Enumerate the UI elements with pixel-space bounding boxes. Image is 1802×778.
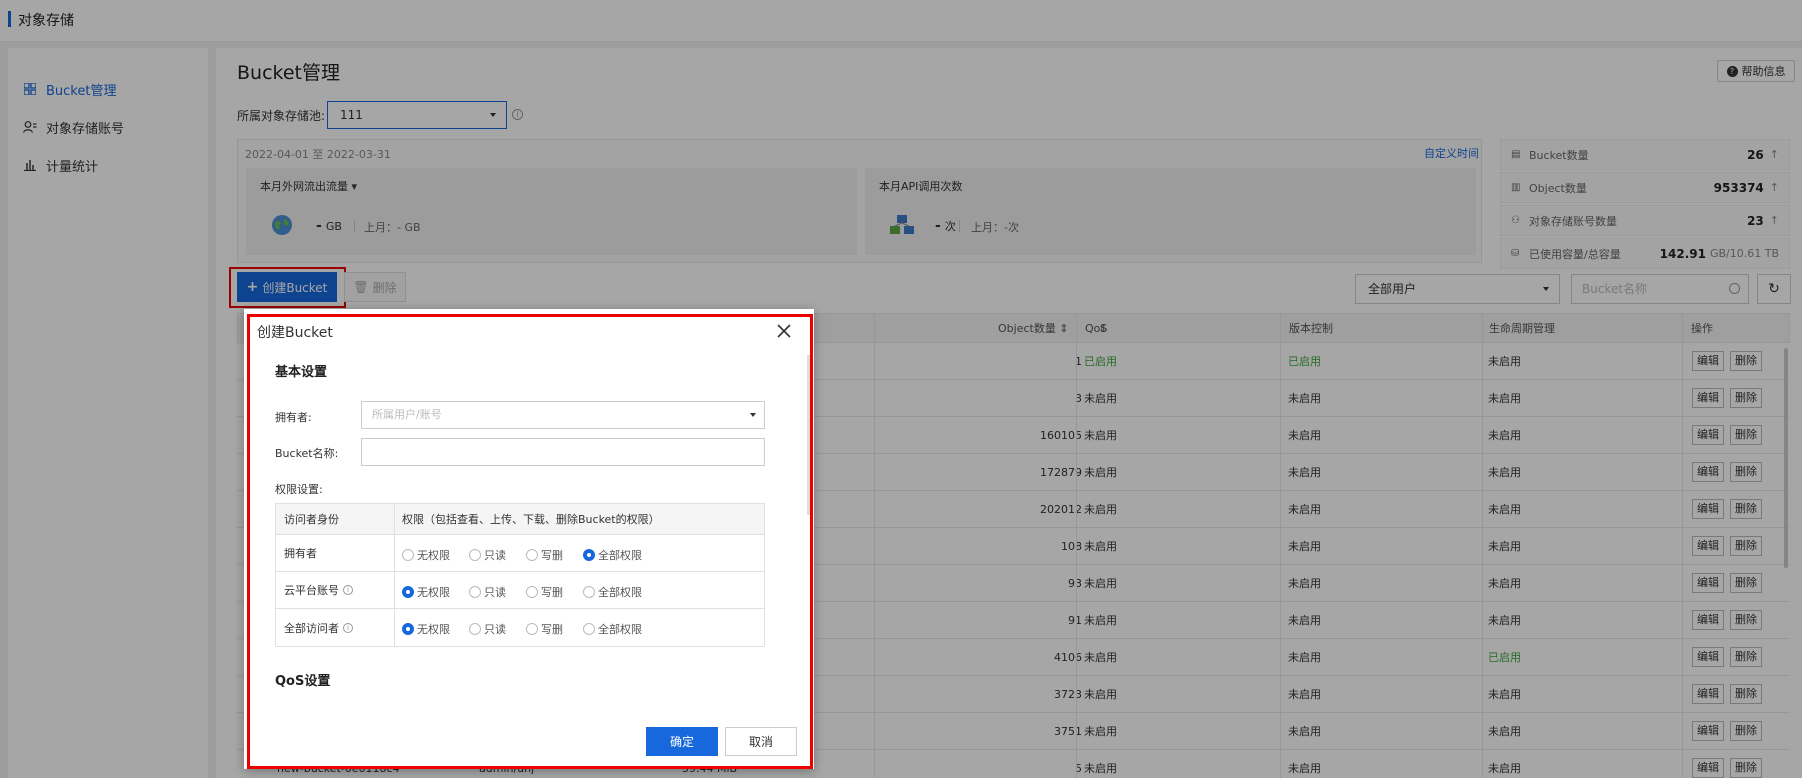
bucket-name-label: Bucket名称: [275, 447, 339, 460]
radio-circle-icon [526, 623, 538, 635]
permission-radio[interactable]: 全部权限 [583, 584, 642, 600]
radio-label: 无权限 [417, 623, 450, 636]
cancel-button[interactable]: 取消 [725, 727, 797, 756]
confirm-button[interactable]: 确定 [646, 727, 718, 756]
radio-circle-icon [583, 623, 595, 635]
permission-label: 权限设置: [275, 483, 323, 496]
col-divider [394, 504, 395, 646]
identity-cell: 拥有者 [284, 535, 317, 571]
identity-header: 访问者身份 [284, 513, 339, 526]
radio-label: 全部权限 [598, 549, 642, 562]
radio-circle-icon [402, 549, 414, 561]
dialog-title: 创建Bucket [257, 325, 333, 341]
identity-cell: 云平台账号 i [284, 572, 353, 608]
radio-label: 写删 [541, 549, 563, 562]
radio-label: 无权限 [417, 586, 450, 599]
radio-circle-icon [469, 549, 481, 561]
permission-radio[interactable]: 无权限 [402, 621, 450, 637]
permission-table: 访问者身份 权限（包括查看、上传、下载、删除Bucket的权限） 拥有者 无权限只… [275, 503, 765, 647]
radio-circle-icon [402, 586, 414, 598]
radio-label: 写删 [541, 623, 563, 636]
close-icon[interactable] [777, 318, 797, 342]
permission-row: 全部访问者 i 无权限 只读 写删 全部权限 [276, 609, 764, 646]
qos-settings-title: QoS设置 [275, 674, 331, 689]
permission-header: 权限（包括查看、上传、下载、删除Bucket的权限） [402, 513, 660, 526]
radio-label: 只读 [484, 623, 506, 636]
radio-circle-icon [583, 549, 595, 561]
identity-label: 全部访问者 [284, 621, 339, 635]
radio-circle-icon [469, 623, 481, 635]
permission-radio[interactable]: 写删 [526, 547, 563, 563]
radio-circle-icon [469, 586, 481, 598]
radio-label: 无权限 [417, 549, 450, 562]
identity-label: 拥有者 [284, 547, 317, 560]
permission-radio[interactable]: 无权限 [402, 547, 450, 563]
radio-label: 写删 [541, 586, 563, 599]
bucket-name-input[interactable] [361, 438, 765, 466]
permission-row: 拥有者 无权限 只读 写删 全部权限 [276, 535, 764, 572]
radio-label: 只读 [484, 586, 506, 599]
owner-select[interactable]: 所属用户/账号 [361, 401, 765, 429]
info-icon[interactable]: i [343, 585, 353, 595]
info-icon[interactable]: i [343, 622, 353, 633]
radio-circle-icon [526, 586, 538, 598]
permission-radio[interactable]: 全部权限 [583, 621, 642, 637]
permission-row: 云平台账号 i 无权限 只读 写删 全部权限 [276, 572, 764, 609]
permission-table-header: 访问者身份 权限（包括查看、上传、下载、删除Bucket的权限） [276, 504, 764, 535]
permission-radio[interactable]: 只读 [469, 547, 506, 563]
radio-circle-icon [402, 623, 414, 635]
radio-label: 全部权限 [598, 586, 642, 599]
permission-radio[interactable]: 只读 [469, 584, 506, 600]
basic-settings-title: 基本设置 [275, 365, 328, 380]
radio-circle-icon [526, 549, 538, 561]
permission-radio[interactable]: 写删 [526, 621, 563, 637]
permission-radio[interactable]: 只读 [469, 621, 506, 637]
dialog-scrollbar[interactable] [807, 355, 810, 515]
radio-label: 全部权限 [598, 623, 642, 636]
radio-label: 只读 [484, 549, 506, 562]
permission-radio[interactable]: 写删 [526, 584, 563, 600]
identity-cell: 全部访问者 i [284, 609, 353, 646]
owner-label: 拥有者: [275, 411, 312, 424]
permission-radio[interactable]: 全部权限 [583, 547, 642, 563]
identity-label: 云平台账号 [284, 584, 339, 597]
radio-circle-icon [583, 586, 595, 598]
permission-radio[interactable]: 无权限 [402, 584, 450, 600]
caret-down-icon [750, 413, 756, 417]
